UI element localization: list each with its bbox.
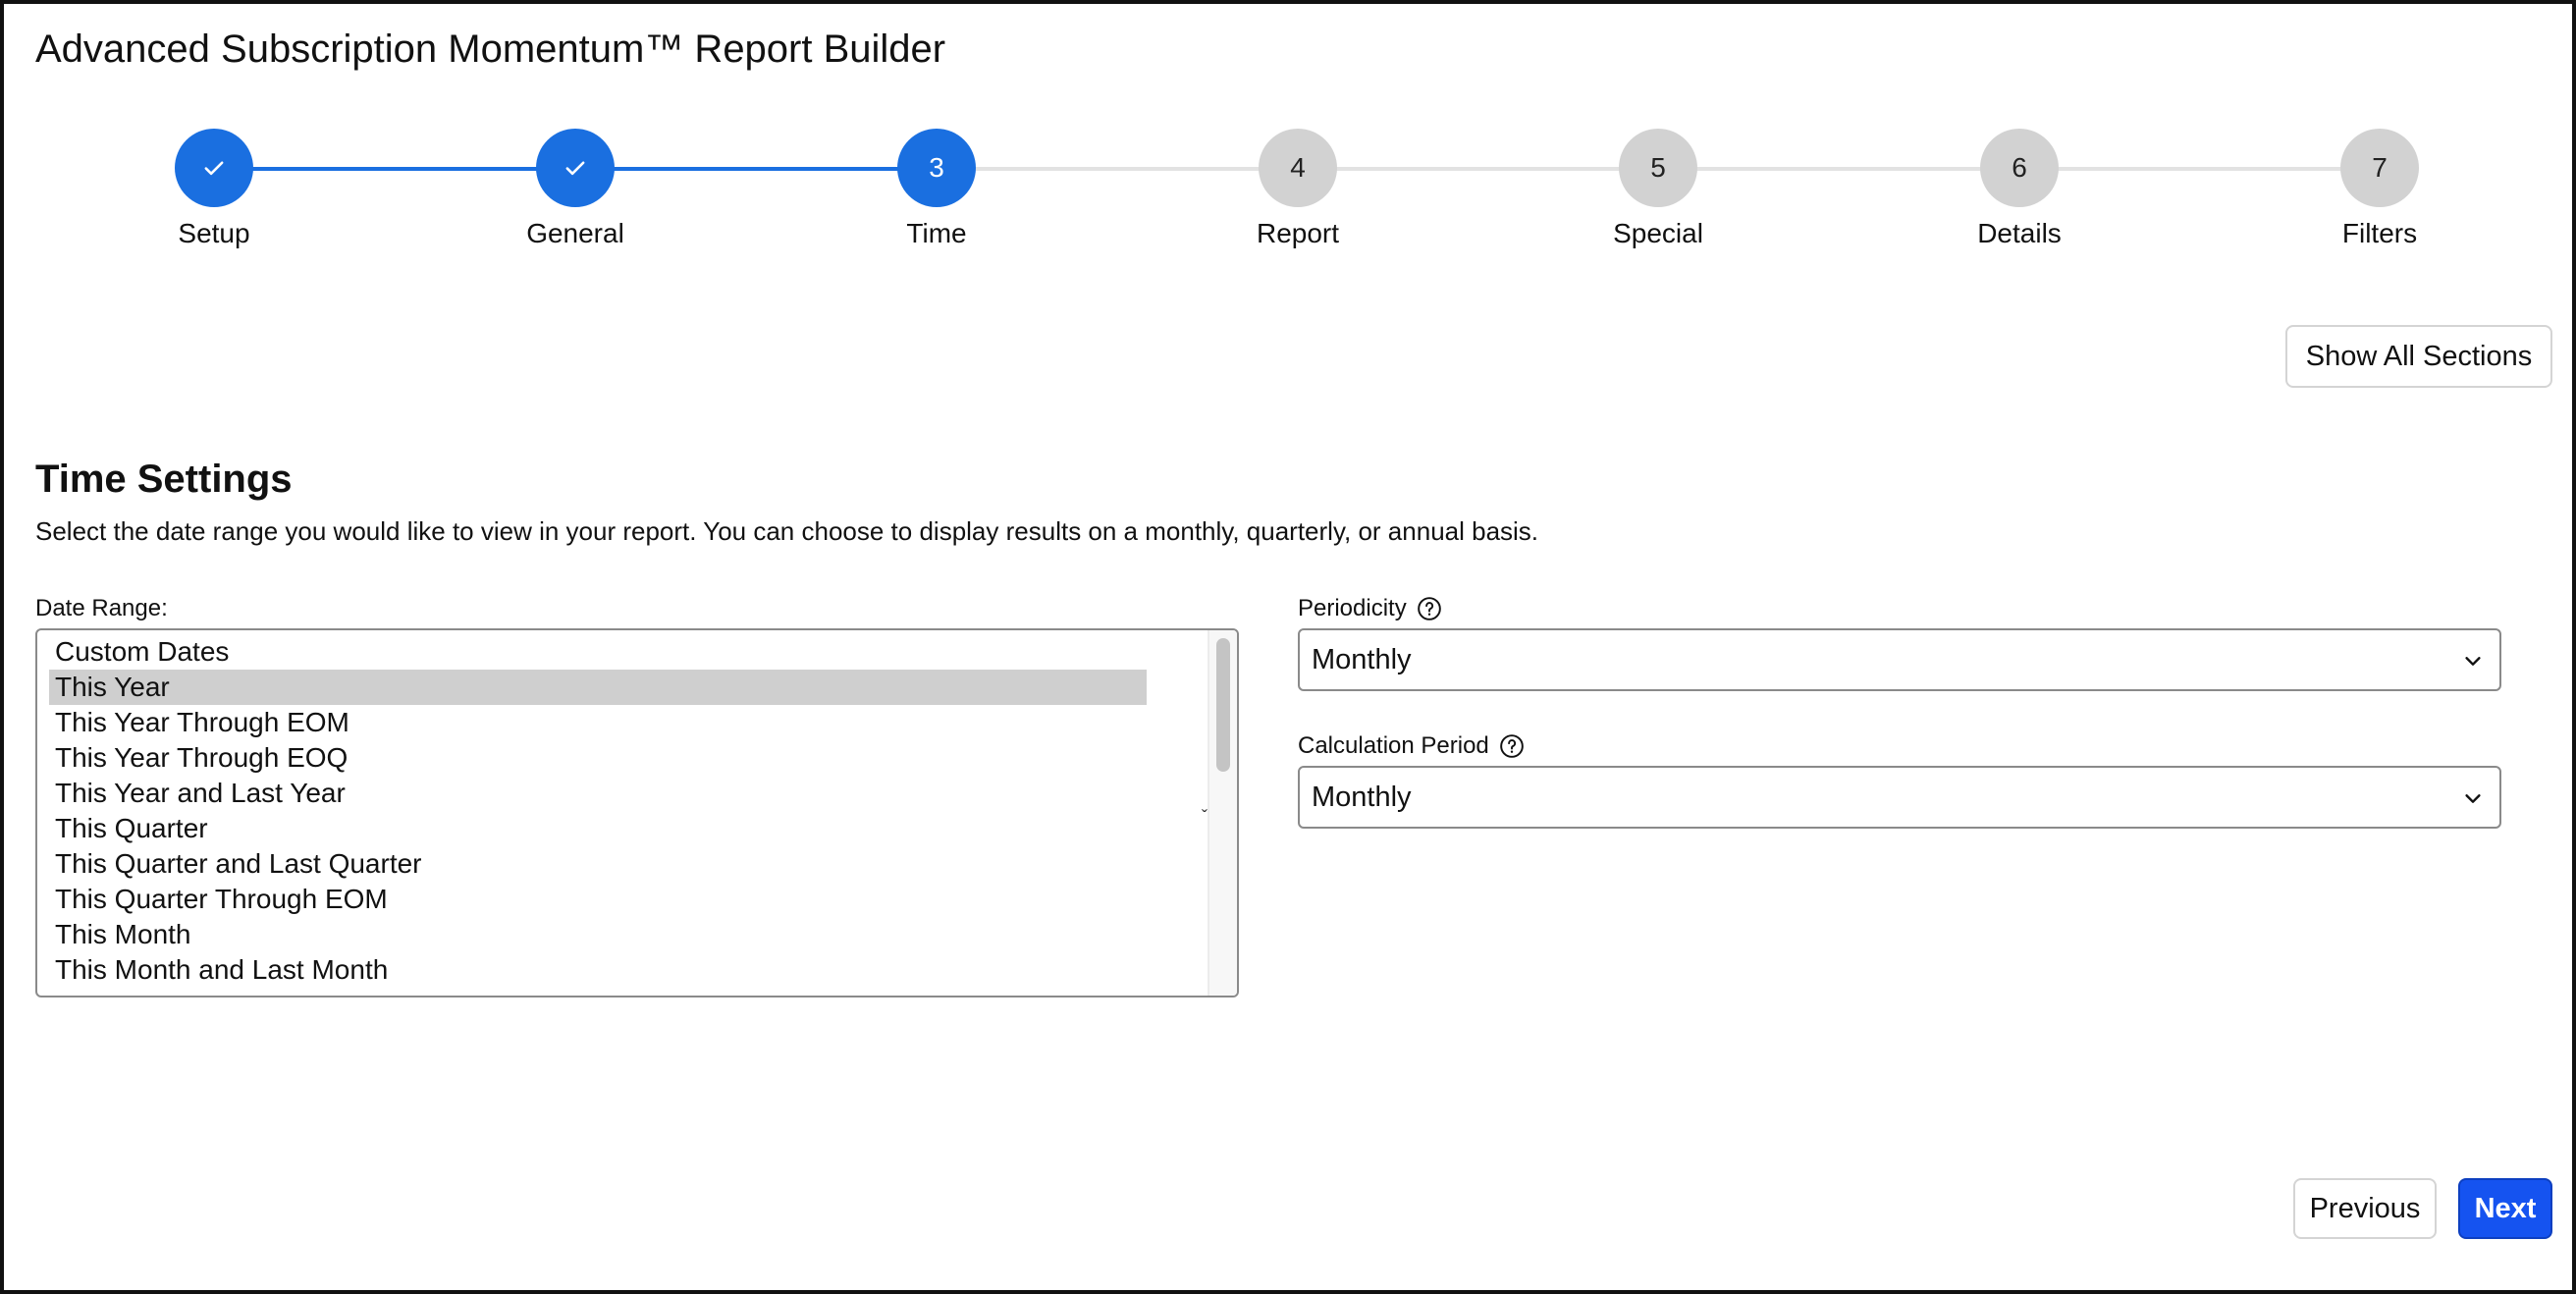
question-circle-icon[interactable] (1417, 596, 1442, 621)
step-3-circle[interactable]: 3 (897, 129, 976, 207)
step-1-label: Setup (178, 218, 250, 248)
calculation-period-label: Calculation Period (1298, 732, 1525, 760)
calculation-period-label-text: Calculation Period (1298, 732, 1489, 759)
step-5-circle[interactable]: 5 (1619, 129, 1697, 207)
list-item[interactable]: This Month (49, 917, 1147, 952)
chevron-down-icon (2465, 657, 2481, 666)
step-connector (2019, 167, 2380, 171)
list-item[interactable]: This Quarter Through EOM (49, 882, 1147, 917)
periodicity-label: Periodicity (1298, 595, 1442, 622)
step-6-circle[interactable]: 6 (1980, 129, 2059, 207)
app-window: Advanced Subscription Momentum™ Report B… (0, 0, 2576, 1294)
list-item[interactable]: This Month and Last Month (49, 952, 1147, 988)
list-item[interactable]: This Quarter (49, 811, 1147, 846)
step-2-label: General (526, 218, 624, 248)
date-range-label-text: Date Range: (35, 595, 168, 621)
step-connector (1658, 167, 2019, 171)
wizard-stepper: Setup General 3 Time 4 Report 5 Special … (4, 4, 2576, 259)
periodicity-value: Monthly (1312, 643, 1412, 675)
step-5-label: Special (1613, 218, 1703, 248)
calculation-period-select[interactable]: Monthly (1298, 766, 2501, 829)
listbox-scrollbar[interactable] (1208, 630, 1237, 996)
previous-button[interactable]: Previous (2293, 1178, 2437, 1239)
show-all-sections-button[interactable]: Show All Sections (2285, 325, 2552, 388)
date-range-listbox[interactable]: Custom Dates This Year This Year Through… (35, 628, 1239, 997)
periodicity-select[interactable]: Monthly (1298, 628, 2501, 691)
chevron-down-icon (2465, 794, 2481, 803)
step-4-label: Report (1256, 218, 1340, 248)
step-4-circle[interactable]: 4 (1259, 129, 1337, 207)
question-circle-icon[interactable] (1499, 733, 1525, 759)
list-item[interactable]: Custom Dates (49, 634, 1147, 670)
step-connector (575, 167, 937, 171)
next-button[interactable]: Next (2458, 1178, 2552, 1239)
list-item[interactable]: This Year and Last Year (49, 776, 1147, 811)
step-6-label: Details (1977, 218, 2062, 248)
step-7-circle[interactable]: 7 (2340, 129, 2419, 207)
date-range-label: Date Range: (35, 595, 168, 622)
date-range-options: Custom Dates This Year This Year Through… (49, 634, 1147, 988)
step-3-label: Time (906, 218, 967, 248)
list-item-selected[interactable]: This Year (49, 670, 1147, 705)
list-item[interactable]: This Year Through EOQ (49, 740, 1147, 776)
step-1-circle[interactable] (175, 129, 253, 207)
step-2-circle[interactable] (536, 129, 615, 207)
list-item[interactable]: This Year Through EOM (49, 705, 1147, 740)
step-7-label: Filters (2341, 218, 2418, 248)
section-description: Select the date range you would like to … (35, 516, 1539, 546)
step-connector (937, 167, 1298, 171)
step-connector (214, 167, 575, 171)
check-icon (565, 161, 585, 176)
calculation-period-value: Monthly (1312, 781, 1412, 813)
check-icon (204, 161, 224, 176)
step-connector (1298, 167, 1658, 171)
periodicity-label-text: Periodicity (1298, 595, 1407, 621)
scrollbar-thumb[interactable] (1216, 638, 1230, 772)
section-title: Time Settings (35, 458, 293, 501)
list-item[interactable]: This Quarter and Last Quarter (49, 846, 1147, 882)
